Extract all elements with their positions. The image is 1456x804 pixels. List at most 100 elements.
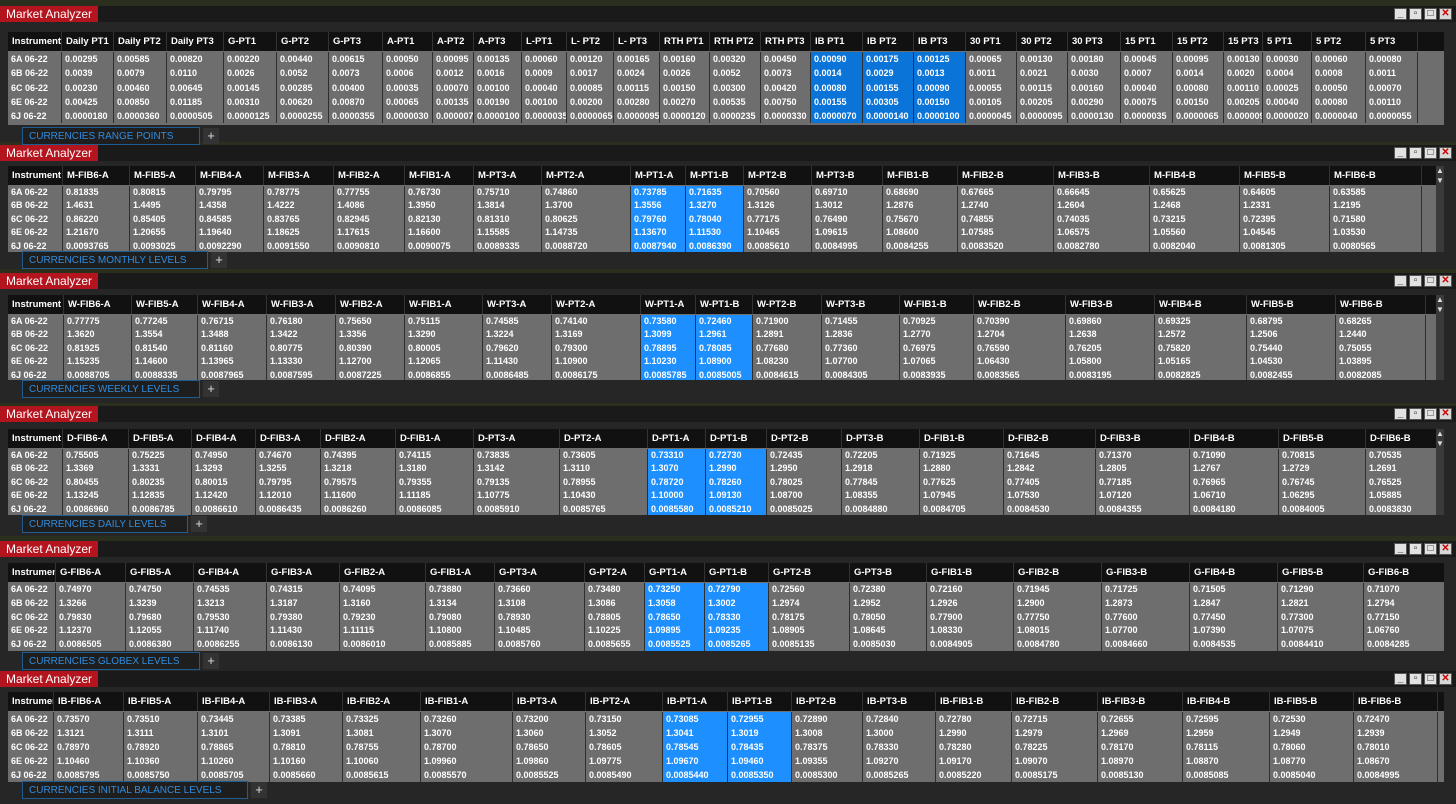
value-cell[interactable]: 0.0087940 (631, 239, 686, 252)
column-header[interactable]: W-FIB5-A (132, 295, 198, 314)
value-cell[interactable]: 0.0085220 (936, 768, 1012, 782)
column-header[interactable]: G-FIB1-B (927, 563, 1014, 582)
value-cell[interactable]: 0.79080 (426, 610, 495, 625)
value-cell[interactable]: 0.76205 (1066, 341, 1155, 356)
value-cell[interactable]: 0.0085265 (705, 638, 769, 651)
value-cell[interactable]: 0.00425 (62, 94, 114, 110)
sheet-tab[interactable]: CURRENCIES GLOBEX LEVELS (22, 652, 200, 670)
column-header[interactable]: G-PT1-B (705, 563, 769, 582)
value-cell[interactable]: 0.0082780 (1054, 239, 1150, 252)
value-cell[interactable]: 0.0085760 (495, 638, 585, 651)
value-cell[interactable]: 0.00270 (660, 94, 710, 110)
sheet-tab[interactable]: CURRENCIES INITIAL BALANCE LEVELS (22, 781, 248, 799)
value-cell[interactable]: 0.00205 (1017, 94, 1068, 110)
value-cell[interactable]: 0.77175 (744, 212, 812, 227)
scroll-up-icon[interactable]: ▲ (1436, 166, 1444, 176)
value-cell[interactable]: 0.74095 (340, 583, 426, 597)
value-cell[interactable]: 1.2873 (1102, 596, 1190, 611)
value-cell[interactable]: 0.00135 (433, 94, 474, 110)
value-cell[interactable]: 0.74140 (552, 315, 641, 329)
value-cell[interactable]: 0.0052 (277, 66, 329, 81)
value-cell[interactable]: 1.06760 (1364, 624, 1444, 638)
column-header[interactable]: G-FIB6-B (1364, 563, 1444, 582)
value-cell[interactable]: 0.00100 (522, 94, 567, 110)
value-cell[interactable]: 0.74315 (267, 583, 340, 597)
value-cell[interactable]: 0.0000090 (1224, 109, 1263, 124)
value-cell[interactable]: 0.72560 (769, 583, 850, 597)
value-cell[interactable]: 1.2918 (842, 462, 920, 476)
value-cell[interactable]: 1.09355 (792, 754, 863, 768)
column-header[interactable]: W-FIB4-B (1155, 295, 1247, 314)
value-cell[interactable]: 1.3070 (648, 462, 706, 476)
value-cell[interactable]: 0.0052 (710, 66, 761, 81)
title-bar[interactable]: Market Analyzer _ ▫ □ ✕ (0, 6, 1456, 22)
value-cell[interactable]: 1.08670 (1354, 754, 1438, 768)
value-cell[interactable]: 1.2842 (1004, 462, 1096, 476)
value-cell[interactable]: 0.0085085 (1183, 768, 1270, 782)
value-cell[interactable]: 0.01185 (167, 94, 224, 110)
instrument-cell[interactable]: 6E 06-22 (8, 489, 63, 503)
value-cell[interactable]: 0.79355 (396, 475, 474, 490)
value-cell[interactable]: 0.00165 (614, 52, 660, 67)
instrument-cell[interactable]: 6E 06-22 (8, 226, 63, 240)
value-cell[interactable]: 0.0081305 (1240, 239, 1330, 252)
value-cell[interactable]: 1.2950 (767, 462, 842, 476)
column-header[interactable]: G-PT1-A (645, 563, 705, 582)
column-header[interactable]: G-PT2 (277, 32, 329, 51)
value-cell[interactable]: 1.2990 (936, 726, 1012, 740)
column-header[interactable]: W-PT1-B (696, 295, 753, 314)
value-cell[interactable]: 1.09170 (936, 754, 1012, 768)
value-cell[interactable]: 0.0000120 (660, 109, 710, 124)
value-cell[interactable]: 0.68265 (1336, 315, 1426, 329)
restore-icon[interactable]: ▫ (1409, 275, 1422, 287)
value-cell[interactable]: 0.0020 (1224, 66, 1263, 81)
value-cell[interactable]: 0.70535 (1366, 449, 1444, 462)
value-cell[interactable]: 1.07390 (1190, 624, 1278, 639)
value-cell[interactable]: 1.09460 (728, 754, 792, 768)
value-cell[interactable]: 1.2969 (1098, 726, 1183, 740)
value-cell[interactable]: 0.0085750 (124, 768, 198, 782)
value-cell[interactable]: 1.2926 (927, 596, 1014, 611)
value-cell[interactable]: 1.2440 (1336, 328, 1426, 342)
value-cell[interactable]: 0.71900 (753, 315, 822, 329)
value-cell[interactable]: 0.72780 (936, 712, 1012, 726)
value-cell[interactable]: 1.12370 (56, 624, 126, 639)
value-cell[interactable]: 1.05560 (1150, 226, 1240, 240)
value-cell[interactable]: 0.00175 (863, 52, 914, 67)
value-cell[interactable]: 0.0008 (1312, 66, 1366, 81)
value-cell[interactable]: 0.00105 (966, 94, 1017, 110)
value-cell[interactable]: 0.72655 (1098, 712, 1183, 726)
column-header[interactable]: M-FIB6-A (63, 166, 130, 185)
value-cell[interactable]: 0.0030 (1068, 66, 1121, 81)
value-cell[interactable]: 0.74395 (321, 449, 396, 463)
value-cell[interactable]: 0.0088720 (542, 239, 631, 252)
value-cell[interactable]: 1.09895 (645, 624, 705, 639)
value-cell[interactable]: 0.00095 (433, 52, 474, 67)
column-header[interactable]: D-PT1-A (648, 429, 706, 448)
value-cell[interactable]: 0.78025 (767, 475, 842, 490)
value-cell[interactable]: 1.04545 (1240, 226, 1330, 240)
instrument-cell[interactable]: 6E 06-22 (8, 754, 54, 768)
value-cell[interactable]: 0.0013 (914, 66, 966, 81)
value-cell[interactable]: 0.0085705 (198, 768, 270, 782)
value-cell[interactable]: 0.00080 (1366, 52, 1418, 67)
value-cell[interactable]: 0.0085525 (645, 638, 705, 651)
value-cell[interactable]: 0.0084305 (822, 368, 900, 380)
value-cell[interactable]: 0.79760 (631, 212, 686, 227)
value-cell[interactable]: 0.00110 (1366, 94, 1418, 110)
sheet-tab[interactable]: CURRENCIES DAILY LEVELS (22, 515, 188, 533)
value-cell[interactable]: 0.71505 (1190, 583, 1278, 597)
column-header[interactable]: M-FIB2-B (958, 166, 1054, 185)
value-cell[interactable]: 0.0087225 (336, 368, 405, 380)
title-bar[interactable]: Market Analyzer _ ▫ □ ✕ (0, 145, 1456, 161)
column-header[interactable]: L- PT2 (567, 32, 614, 51)
value-cell[interactable]: 0.0084995 (812, 239, 883, 252)
value-cell[interactable]: 0.75505 (63, 449, 129, 463)
column-header[interactable]: IB-FIB4-B (1183, 692, 1270, 711)
column-header[interactable]: IB-FIB6-B (1354, 692, 1438, 711)
column-header[interactable]: L-PT1 (522, 32, 567, 51)
value-cell[interactable]: 0.0014 (811, 66, 863, 81)
close-icon[interactable]: ✕ (1439, 8, 1452, 20)
value-cell[interactable]: 0.00120 (567, 52, 614, 67)
value-cell[interactable]: 0.0017 (567, 66, 614, 81)
